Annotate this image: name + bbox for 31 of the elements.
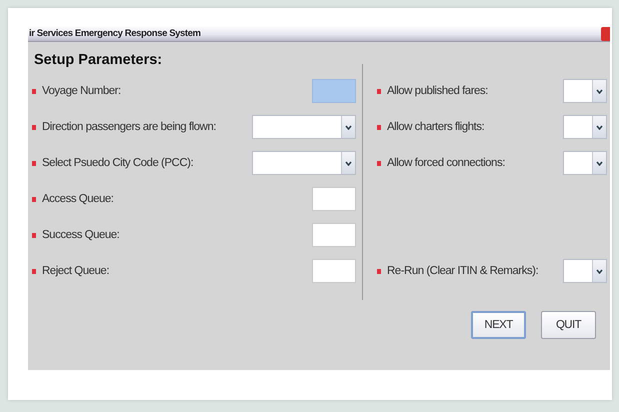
dropdown[interactable] xyxy=(563,259,607,283)
dropdown[interactable] xyxy=(563,115,607,139)
input-field[interactable] xyxy=(312,79,356,103)
input-field[interactable] xyxy=(312,259,356,283)
window-title: ir Services Emergency Response System xyxy=(28,28,201,39)
chevron-down-icon xyxy=(596,160,603,166)
chevron-down-icon xyxy=(596,88,603,94)
field-label: Reject Queue: xyxy=(42,265,110,277)
field-label: Allow forced connections: xyxy=(387,157,506,169)
dropdown[interactable] xyxy=(252,151,356,175)
dialog-button[interactable]: NEXT xyxy=(471,311,526,339)
form-heading: Setup Parameters: xyxy=(34,52,164,68)
close-button[interactable] xyxy=(601,26,610,40)
chevron-down-icon xyxy=(345,160,352,166)
field-label: Access Queue: xyxy=(42,193,114,205)
field-label: Re-Run (Clear ITIN & Remarks): xyxy=(387,265,540,277)
field-label: Success Queue: xyxy=(42,229,120,241)
chevron-down-icon xyxy=(345,124,352,130)
input-field[interactable] xyxy=(312,223,356,247)
field-label: Allow published fares: xyxy=(387,85,489,97)
dropdown[interactable] xyxy=(563,151,607,175)
field-label: Direction passengers are being flown: xyxy=(42,121,217,133)
input-field[interactable] xyxy=(312,187,356,211)
chevron-down-icon xyxy=(596,268,603,274)
chevron-down-icon xyxy=(596,124,603,130)
dropdown[interactable] xyxy=(252,115,356,139)
dialog-button[interactable]: QUIT xyxy=(541,311,596,339)
dropdown[interactable] xyxy=(563,79,607,103)
field-label: Select Psuedo City Code (PCC): xyxy=(42,157,194,169)
field-label: Allow charters flights: xyxy=(387,121,486,133)
field-label: Voyage Number: xyxy=(42,85,122,97)
